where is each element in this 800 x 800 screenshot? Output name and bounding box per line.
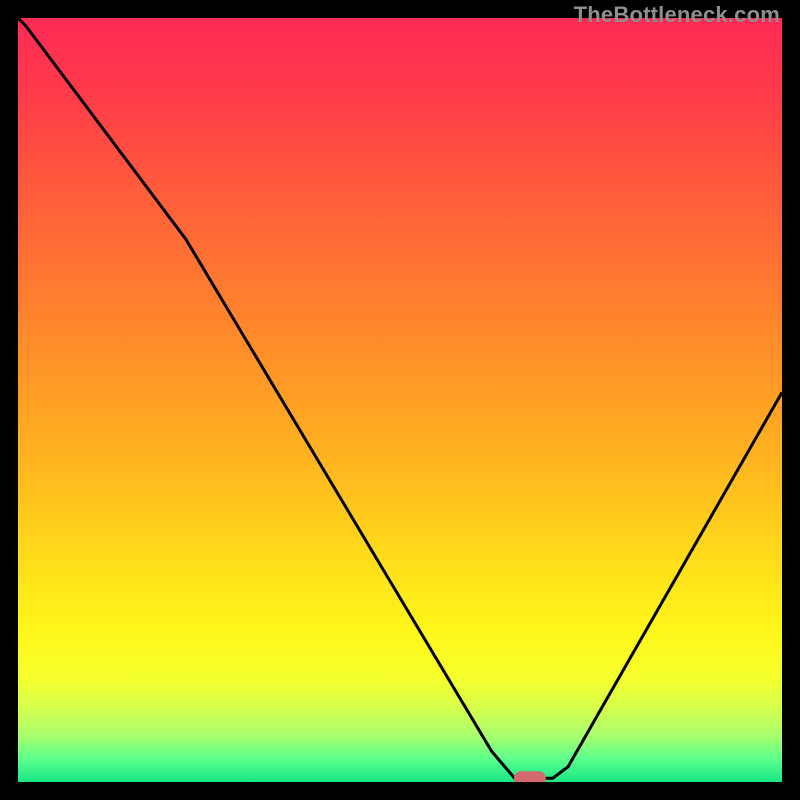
chart-frame: TheBottleneck.com [0,0,800,800]
optimal-marker [514,771,546,782]
plot-area [18,18,782,782]
gradient-background [18,18,782,782]
watermark-text: TheBottleneck.com [574,2,780,28]
chart-svg [18,18,782,782]
